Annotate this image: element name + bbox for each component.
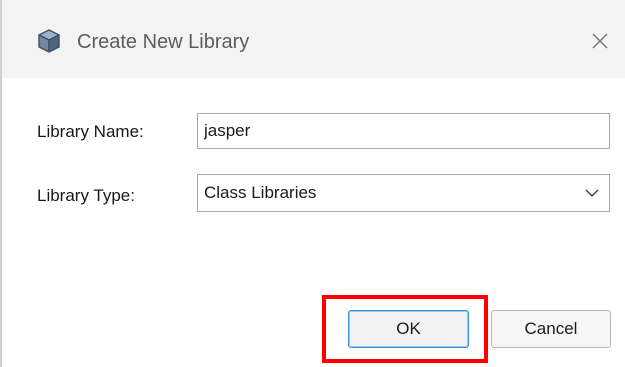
title-bar: Create New Library: [0, 0, 625, 78]
library-name-label: Library Name:: [37, 122, 144, 141]
create-library-dialog: Create New Library Library Name: Library…: [0, 0, 625, 367]
cube-icon: [38, 29, 60, 53]
dialog-body: Library Name: Library Type: Class Librar…: [0, 78, 625, 367]
dialog-title: Create New Library: [77, 31, 250, 53]
ok-button[interactable]: OK: [348, 310, 469, 348]
cancel-button[interactable]: Cancel: [491, 310, 611, 348]
close-icon[interactable]: [585, 26, 615, 56]
library-type-select[interactable]: Class Libraries: [197, 174, 610, 212]
library-type-label: Library Type:: [37, 186, 135, 205]
library-type-value: Class Libraries: [204, 183, 317, 202]
library-name-input[interactable]: [197, 113, 610, 149]
chevron-down-icon: [585, 189, 599, 197]
